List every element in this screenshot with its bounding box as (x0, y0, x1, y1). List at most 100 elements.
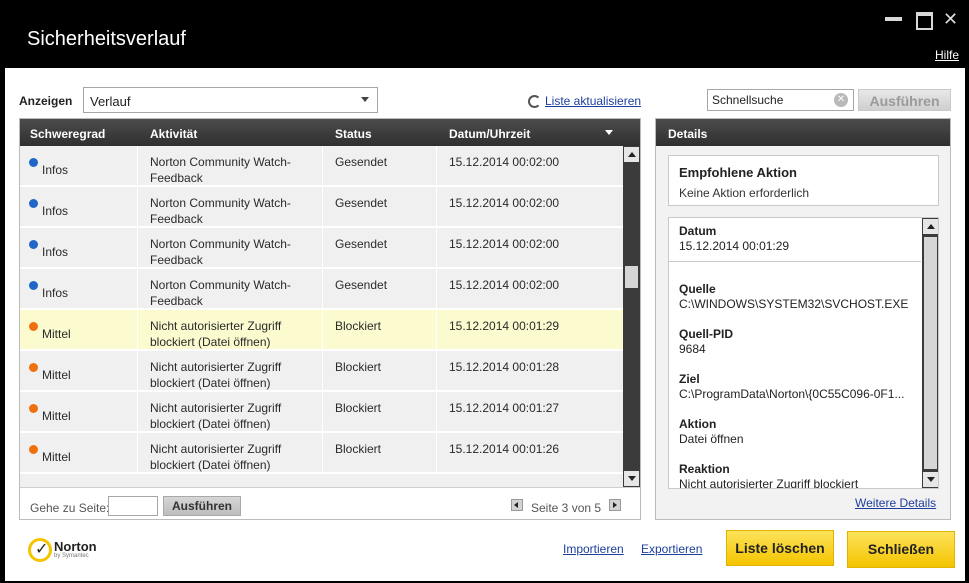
view-select[interactable]: Verlauf (83, 87, 378, 113)
activity-line-2: blockiert (Datei öffnen) (150, 335, 271, 349)
activity-cell: Norton Community Watch- Feedback (150, 187, 291, 226)
datetime-cell: 15.12.2014 00:01:29 (449, 319, 560, 333)
show-label: Anzeigen (19, 94, 73, 108)
details-scrollbar[interactable] (922, 218, 938, 488)
table-header: Schweregrad Aktivität Status Datum/Uhrze… (20, 119, 640, 146)
activity-line-1: Norton Community Watch- (150, 278, 291, 292)
activity-line-1: Nicht autorisierter Zugriff (150, 442, 282, 456)
severity-dot-icon (29, 240, 38, 249)
more-details-link[interactable]: Weitere Details (855, 496, 936, 510)
activity-cell: Norton Community Watch- Feedback (150, 269, 291, 308)
activity-line-2: blockiert (Datei öffnen) (150, 376, 271, 390)
status-cell: Gesendet (335, 237, 388, 251)
activity-line-1: Norton Community Watch- (150, 237, 291, 251)
close-icon[interactable]: ✕ (943, 10, 961, 28)
column-header-activity[interactable]: Aktivität (150, 127, 197, 141)
details-list: Datum 15.12.2014 00:01:29 Quelle C:\WINDOWS… (668, 217, 939, 489)
scroll-thumb[interactable] (625, 266, 638, 288)
table-row[interactable]: Mittel Nicht autorisierter Zugriff blockie… (20, 433, 623, 474)
activity-cell: Nicht autorisierter Zugriff blockiert (Da… (150, 392, 281, 431)
table-row[interactable]: Infos Norton Community Watch- Feedback Gese… (20, 146, 623, 187)
sort-descending-icon[interactable] (605, 130, 613, 135)
activity-line-2: blockiert (Datei öffnen) (150, 417, 271, 431)
severity-dot-icon (29, 404, 38, 413)
details-panel: Details Empfohlene Aktion Keine Aktion e… (655, 118, 951, 520)
minimize-icon[interactable] (885, 12, 903, 26)
search-input[interactable] (707, 89, 854, 111)
severity-dot-icon (29, 445, 38, 454)
goto-page-button[interactable]: Ausführen (163, 496, 241, 516)
table-row[interactable]: Infos Norton Community Watch- Feedback Gese… (20, 269, 623, 310)
clear-list-button[interactable]: Liste löschen (726, 530, 834, 566)
status-cell: Gesendet (335, 196, 388, 210)
brand-name: Norton (54, 539, 97, 554)
scroll-down-icon[interactable] (923, 472, 938, 487)
detail-value: Datei öffnen (679, 432, 744, 446)
detail-value: 9684 (679, 342, 706, 356)
datetime-cell: 15.12.2014 00:02:00 (449, 155, 560, 169)
severity-dot-icon (29, 363, 38, 372)
datetime-cell: 15.12.2014 00:01:27 (449, 401, 560, 415)
table-row[interactable]: Infos Norton Community Watch- Feedback Gese… (20, 187, 623, 228)
scroll-up-icon[interactable] (923, 219, 938, 234)
table-row[interactable]: Mittel Nicht autorisierter Zugriff blockie… (20, 392, 623, 433)
severity-dot-icon (29, 281, 38, 290)
activity-line-1: Norton Community Watch- (150, 155, 291, 169)
activity-line-1: Nicht autorisierter Zugriff (150, 401, 282, 415)
export-link[interactable]: Exportieren (641, 542, 702, 556)
detail-key: Aktion (679, 417, 717, 431)
search-run-button[interactable]: Ausführen (858, 89, 951, 111)
column-header-status[interactable]: Status (335, 127, 372, 141)
activity-line-2: Feedback (150, 253, 203, 267)
status-cell: Gesendet (335, 155, 388, 169)
table-row[interactable]: Mittel Nicht autorisierter Zugriff blockie… (20, 351, 623, 392)
activity-cell: Norton Community Watch- Feedback (150, 146, 291, 185)
scroll-up-icon[interactable] (624, 147, 639, 162)
goto-page-input[interactable] (108, 496, 158, 516)
column-header-severity[interactable]: Schweregrad (30, 127, 105, 141)
detail-item: Datum 15.12.2014 00:01:29 (669, 224, 921, 262)
detail-key: Quelle (679, 282, 716, 296)
refresh-list-link[interactable]: Liste aktualisieren (528, 94, 641, 108)
recommended-action-text: Keine Aktion erforderlich (679, 186, 810, 200)
activity-line-2: Feedback (150, 212, 203, 226)
page-indicator: Seite 3 von 5 (531, 501, 602, 515)
chevron-down-icon (361, 97, 369, 102)
norton-logo: ✓ Norton by Symantec (28, 538, 97, 562)
scroll-down-icon[interactable] (624, 471, 639, 486)
detail-value: Nicht autorisierter Zugriff blockiert (679, 477, 859, 489)
activity-cell: Nicht autorisierter Zugriff blockiert (Da… (150, 433, 281, 472)
detail-key: Reaktion (679, 462, 730, 476)
datetime-cell: 15.12.2014 00:02:00 (449, 237, 560, 251)
maximize-icon[interactable] (915, 12, 933, 30)
help-link[interactable]: Hilfe (935, 48, 959, 62)
datetime-cell: 15.12.2014 00:01:28 (449, 360, 560, 374)
next-page-icon[interactable] (609, 499, 621, 511)
table-scrollbar[interactable] (623, 146, 640, 487)
activity-line-2: blockiert (Datei öffnen) (150, 458, 271, 472)
detail-item: Quelle C:\WINDOWS\SYSTEM32\SVCHOST.EXE (669, 282, 921, 311)
view-select-value: Verlauf (90, 94, 131, 109)
norton-check-icon: ✓ (28, 538, 52, 562)
column-header-datetime[interactable]: Datum/Uhrzeit (449, 127, 530, 141)
table-row[interactable]: Infos Norton Community Watch- Feedback Gese… (20, 228, 623, 269)
datetime-cell: 15.12.2014 00:02:00 (449, 278, 560, 292)
detail-item: Ziel C:\ProgramData\Norton\{0C55C096-0F1.… (669, 372, 921, 401)
table-footer: Gehe zu Seite: Ausführen Seite 3 von 5 (20, 487, 640, 519)
datetime-cell: 15.12.2014 00:02:00 (449, 196, 560, 210)
detail-key: Quell-PID (679, 327, 734, 341)
clear-search-icon[interactable]: ✕ (834, 93, 848, 107)
activity-cell: Nicht autorisierter Zugriff blockiert (Da… (150, 351, 281, 390)
table-row[interactable] (20, 474, 623, 487)
refresh-list-label: Liste aktualisieren (545, 94, 642, 108)
details-header: Details (656, 119, 950, 146)
scroll-thumb[interactable] (924, 237, 937, 469)
previous-page-icon[interactable] (511, 499, 523, 511)
activity-line-2: Feedback (150, 171, 203, 185)
table-row[interactable]: Mittel Nicht autorisierter Zugriff blockie… (20, 310, 623, 351)
activity-line-2: Feedback (150, 294, 203, 308)
import-link[interactable]: Importieren (563, 542, 624, 556)
close-button[interactable]: Schließen (847, 531, 955, 568)
title-bar: Sicherheitsverlauf ✕ Hilfe (0, 0, 969, 68)
activity-cell: Norton Community Watch- Feedback (150, 228, 291, 267)
